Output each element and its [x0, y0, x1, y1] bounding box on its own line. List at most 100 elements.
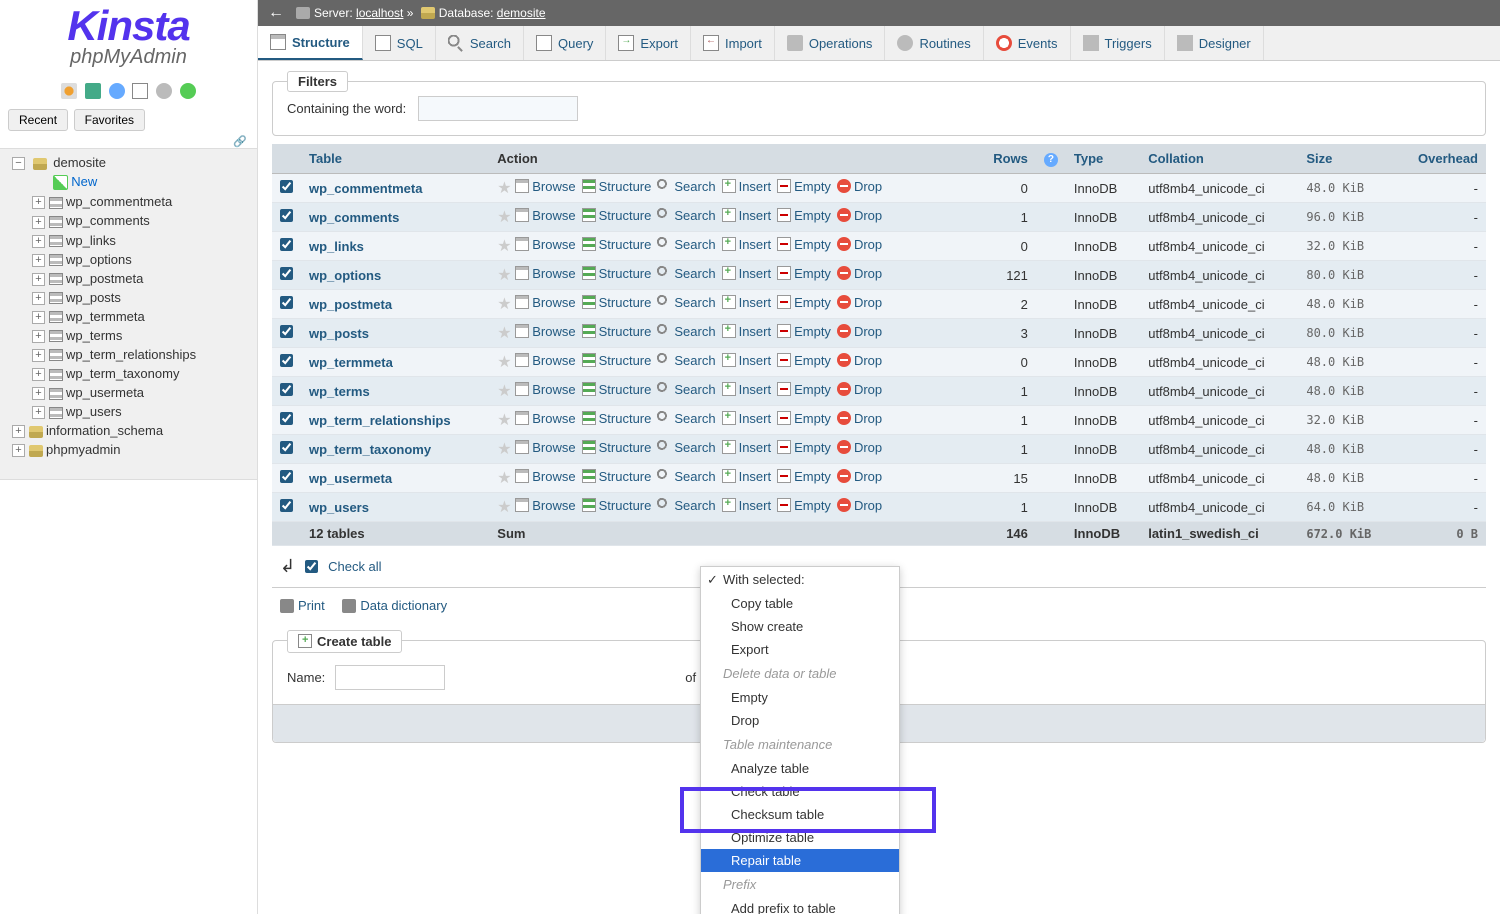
expand-icon[interactable]: + [32, 216, 45, 229]
expand-icon[interactable]: + [32, 330, 45, 343]
tab-search[interactable]: Search [436, 26, 524, 60]
browse-link[interactable]: Browse [515, 469, 575, 484]
search-link[interactable]: Search [657, 237, 715, 252]
empty-link[interactable]: Empty [777, 295, 831, 310]
search-link[interactable]: Search [657, 353, 715, 368]
print-link[interactable]: Print [280, 598, 325, 613]
drop-link[interactable]: Drop [837, 295, 882, 310]
favorite-icon[interactable]: ★ [497, 441, 511, 458]
col-table[interactable]: Table [301, 144, 489, 174]
dropdown-checksum[interactable]: Checksum table [701, 803, 899, 826]
drop-link[interactable]: Drop [837, 237, 882, 252]
dropdown-add-prefix[interactable]: Add prefix to table [701, 897, 899, 914]
empty-link[interactable]: Empty [777, 440, 831, 455]
insert-link[interactable]: Insert [722, 324, 772, 339]
tab-structure[interactable]: Structure [258, 26, 363, 60]
recent-tab[interactable]: Recent [8, 109, 68, 131]
empty-link[interactable]: Empty [777, 411, 831, 426]
empty-link[interactable]: Empty [777, 382, 831, 397]
table-name-link[interactable]: wp_comments [309, 210, 399, 225]
help-icon[interactable]: ? [1044, 153, 1058, 167]
drop-link[interactable]: Drop [837, 179, 882, 194]
row-checkbox[interactable] [280, 383, 293, 396]
structure-link[interactable]: Structure [582, 237, 652, 252]
tree-table-node[interactable]: + wp_termmeta [24, 307, 253, 326]
reload-icon[interactable] [180, 83, 196, 99]
browse-link[interactable]: Browse [515, 440, 575, 455]
favorite-icon[interactable]: ★ [497, 325, 511, 342]
filter-input[interactable] [418, 96, 578, 121]
table-name-link[interactable]: wp_term_taxonomy [309, 442, 431, 457]
favorite-icon[interactable]: ★ [497, 354, 511, 371]
breadcrumb-server[interactable]: localhost [356, 6, 403, 20]
table-name-link[interactable]: wp_terms [309, 384, 370, 399]
table-name-link[interactable]: wp_termmeta [309, 355, 393, 370]
tree-table-label[interactable]: wp_terms [66, 328, 122, 343]
favorite-icon[interactable]: ★ [497, 499, 511, 516]
insert-link[interactable]: Insert [722, 382, 772, 397]
tree-table-label[interactable]: wp_termmeta [66, 309, 145, 324]
empty-link[interactable]: Empty [777, 179, 831, 194]
tree-table-label[interactable]: wp_posts [66, 290, 121, 305]
structure-link[interactable]: Structure [582, 411, 652, 426]
search-link[interactable]: Search [657, 382, 715, 397]
structure-link[interactable]: Structure [582, 498, 652, 513]
favorite-icon[interactable]: ★ [497, 296, 511, 313]
insert-link[interactable]: Insert [722, 179, 772, 194]
row-checkbox[interactable] [280, 180, 293, 193]
favorite-icon[interactable]: ★ [497, 383, 511, 400]
empty-link[interactable]: Empty [777, 208, 831, 223]
structure-link[interactable]: Structure [582, 469, 652, 484]
breadcrumb-database[interactable]: demosite [497, 6, 546, 20]
expand-icon[interactable]: + [12, 444, 25, 457]
expand-icon[interactable]: + [32, 311, 45, 324]
browse-link[interactable]: Browse [515, 498, 575, 513]
expand-icon[interactable]: + [32, 349, 45, 362]
insert-link[interactable]: Insert [722, 469, 772, 484]
table-name-link[interactable]: wp_commentmeta [309, 181, 422, 196]
expand-icon[interactable]: + [12, 425, 25, 438]
search-link[interactable]: Search [657, 324, 715, 339]
tree-table-node[interactable]: +wp_options [24, 250, 253, 269]
empty-link[interactable]: Empty [777, 498, 831, 513]
search-link[interactable]: Search [657, 179, 715, 194]
row-checkbox[interactable] [280, 470, 293, 483]
tree-table-label[interactable]: wp_commentmeta [66, 194, 172, 209]
row-checkbox[interactable] [280, 354, 293, 367]
insert-link[interactable]: Insert [722, 237, 772, 252]
structure-link[interactable]: Structure [582, 324, 652, 339]
expand-icon[interactable]: + [32, 196, 45, 209]
tree-table-label[interactable]: wp_users [66, 404, 122, 419]
tree-table-label[interactable]: wp_comments [66, 213, 150, 228]
browse-link[interactable]: Browse [515, 237, 575, 252]
tab-operations[interactable]: Operations [775, 26, 886, 60]
browse-link[interactable]: Browse [515, 382, 575, 397]
table-name-link[interactable]: wp_options [309, 268, 381, 283]
drop-link[interactable]: Drop [837, 324, 882, 339]
table-name-link[interactable]: wp_usermeta [309, 471, 392, 486]
search-link[interactable]: Search [657, 469, 715, 484]
row-checkbox[interactable] [280, 441, 293, 454]
structure-link[interactable]: Structure [582, 266, 652, 281]
empty-link[interactable]: Empty [777, 237, 831, 252]
logout-icon[interactable] [85, 83, 101, 99]
col-collation[interactable]: Collation [1140, 144, 1298, 174]
tree-new-node[interactable]: New [24, 172, 253, 192]
dropdown-export[interactable]: Export [701, 638, 899, 661]
col-size[interactable]: Size [1298, 144, 1395, 174]
tree-table-node[interactable]: + wp_term_relationships [24, 345, 253, 364]
tab-routines[interactable]: Routines [885, 26, 983, 60]
insert-link[interactable]: Insert [722, 353, 772, 368]
row-checkbox[interactable] [280, 296, 293, 309]
empty-link[interactable]: Empty [777, 266, 831, 281]
expand-icon[interactable]: + [32, 406, 45, 419]
expand-icon[interactable]: + [32, 292, 45, 305]
tree-new-label[interactable]: New [71, 174, 97, 189]
tree-table-label[interactable]: wp_options [66, 252, 132, 267]
docs-icon[interactable] [109, 83, 125, 99]
tree-table-node[interactable]: +wp_postmeta [24, 269, 253, 288]
tree-table-label[interactable]: wp_term_relationships [66, 347, 196, 362]
tree-table-node[interactable]: + wp_comments [24, 211, 253, 230]
table-name-link[interactable]: wp_term_relationships [309, 413, 451, 428]
tree-table-label[interactable]: wp_usermeta [66, 385, 144, 400]
